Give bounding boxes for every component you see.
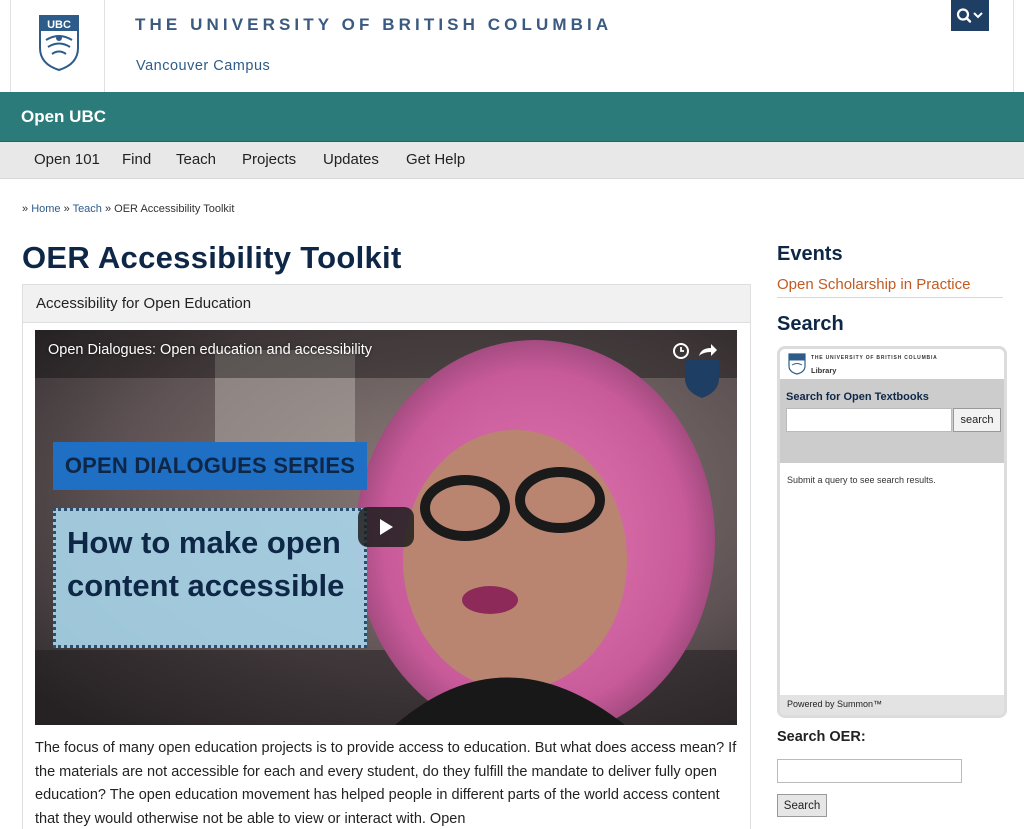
events-heading: Events (777, 243, 843, 265)
event-link[interactable]: Open Scholarship in Practice (777, 276, 1003, 298)
site-title-link[interactable]: Open UBC (21, 107, 106, 127)
search-icon (956, 7, 972, 23)
summon-search-panel: Search for Open Textbooks search (780, 379, 1004, 463)
content-box-heading: Accessibility for Open Education (23, 285, 750, 323)
summon-library-label: Library (811, 366, 837, 375)
nav-item-updates[interactable]: Updates (323, 151, 379, 168)
library-crest-logo (788, 353, 806, 375)
summon-search-widget: THE UNIVERSITY OF BRITISH COLUMBIA Libra… (777, 346, 1007, 718)
headline-line-1: How to make open (67, 525, 341, 560)
campus-name[interactable]: Vancouver Campus (136, 58, 270, 74)
ubc-crest-logo[interactable]: UBC (38, 14, 80, 72)
watch-later-icon[interactable] (673, 343, 689, 359)
search-toggle-button[interactable] (951, 0, 989, 31)
video-controls (673, 343, 717, 359)
breadcrumb-separator: » (22, 203, 32, 215)
play-icon (380, 519, 393, 535)
body-paragraph: The focus of many open education project… (35, 740, 737, 827)
summon-search-button[interactable]: search (953, 408, 1001, 432)
university-name[interactable]: THE UNIVERSITY OF BRITISH COLUMBIA (135, 15, 612, 35)
main-nav: Open 101 Find Teach Projects Updates Get… (0, 142, 1024, 179)
site-bar: Open UBC (0, 92, 1024, 142)
ubc-logo-box[interactable]: UBC (10, 0, 105, 92)
crest-text: UBC (47, 19, 71, 31)
video-player[interactable]: Open Dialogues: Open education and acces… (35, 330, 737, 725)
share-icon[interactable] (699, 344, 717, 356)
breadcrumb-current: OER Accessibility Toolkit (114, 203, 235, 215)
summon-search-input[interactable] (786, 408, 952, 432)
nav-item-find[interactable]: Find (122, 151, 151, 168)
breadcrumb-separator: » (60, 203, 73, 215)
headline-line-2: content accessible (67, 568, 345, 603)
header-divider (1013, 0, 1014, 92)
video-title[interactable]: Open Dialogues: Open education and acces… (48, 342, 372, 358)
oer-search-input[interactable] (777, 759, 962, 783)
search-oer-heading: Search OER: (777, 729, 866, 745)
video-headline: How to make open content accessible (53, 508, 367, 648)
chevron-down-icon (973, 11, 983, 18)
breadcrumb-teach-link[interactable]: Teach (73, 203, 102, 215)
page-title: OER Accessibility Toolkit (22, 240, 402, 275)
nav-item-teach[interactable]: Teach (176, 151, 216, 168)
site-header: UBC THE UNIVERSITY OF BRITISH COLUMBIA V… (0, 0, 1024, 92)
summon-search-label: Search for Open Textbooks (786, 391, 929, 403)
oer-search-button[interactable]: Search (777, 794, 827, 817)
play-button[interactable] (358, 507, 414, 547)
nav-item-open-101[interactable]: Open 101 (34, 151, 100, 168)
nav-item-projects[interactable]: Projects (242, 151, 296, 168)
breadcrumb: » Home » Teach » OER Accessibility Toolk… (22, 203, 234, 215)
search-heading: Search (777, 313, 844, 335)
summon-footer: Powered by Summon™ (780, 695, 1004, 715)
breadcrumb-home-link[interactable]: Home (31, 203, 60, 215)
summon-result-text: Submit a query to see search results. (787, 475, 936, 485)
nav-item-get-help[interactable]: Get Help (406, 151, 465, 168)
series-banner: OPEN DIALOGUES SERIES (53, 442, 367, 490)
summon-university-name: THE UNIVERSITY OF BRITISH COLUMBIA (811, 355, 938, 361)
breadcrumb-separator: » (101, 203, 115, 215)
